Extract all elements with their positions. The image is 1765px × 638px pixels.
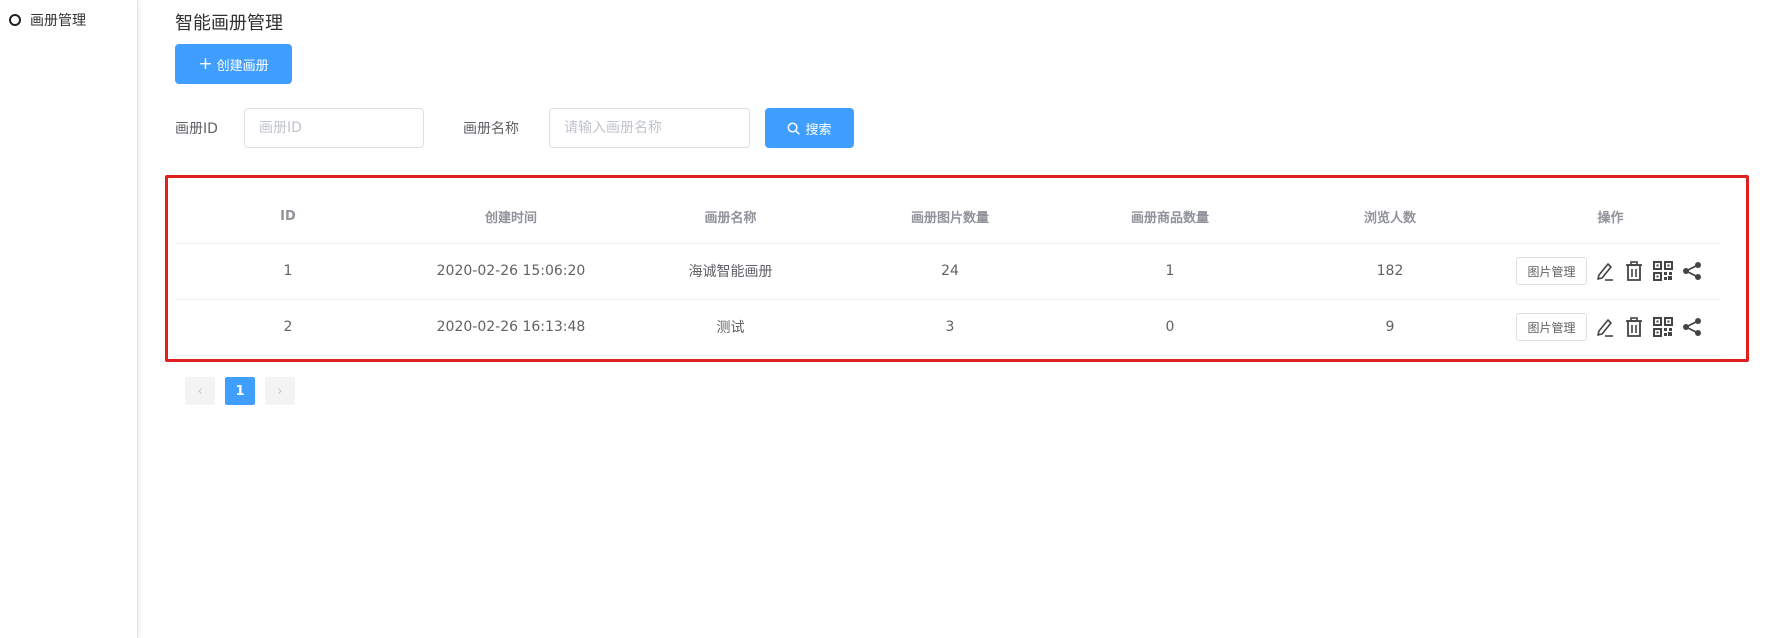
column-header-id: ID — [175, 190, 401, 244]
qrcode-icon[interactable] — [1651, 259, 1676, 284]
plus-icon: + — [198, 53, 213, 74]
album-id-input[interactable] — [244, 108, 424, 148]
cell-actions: 图片管理 — [1500, 299, 1721, 356]
cell-actions: 图片管理 — [1500, 243, 1721, 300]
next-page-button[interactable]: › — [265, 377, 295, 405]
trash-icon[interactable] — [1622, 315, 1647, 340]
share-icon[interactable] — [1680, 259, 1705, 284]
cell-id: 2 — [175, 299, 401, 356]
column-header-images: 画册图片数量 — [840, 190, 1060, 244]
table-row: 2 2020-02-26 16:13:48 测试 3 0 9 图片管理 — [175, 299, 1721, 356]
image-management-button[interactable]: 图片管理 — [1516, 257, 1587, 285]
page-1-button[interactable]: 1 — [225, 377, 255, 405]
trash-icon[interactable] — [1622, 259, 1647, 284]
cell-views: 9 — [1280, 299, 1500, 356]
cell-images: 3 — [840, 299, 1060, 356]
create-album-label: 创建画册 — [216, 58, 269, 74]
cell-created: 2020-02-26 15:06:20 — [401, 243, 621, 300]
sidebar: 画册管理 — [0, 0, 138, 638]
album-id-label: 画册ID — [175, 121, 218, 137]
cell-name: 海诚智能画册 — [621, 243, 840, 300]
cell-name: 测试 — [621, 299, 840, 356]
search-label: 搜索 — [805, 122, 832, 138]
image-management-button[interactable]: 图片管理 — [1516, 313, 1587, 341]
search-button[interactable]: 搜索 — [765, 108, 854, 148]
qrcode-icon[interactable] — [1651, 315, 1676, 340]
album-name-input[interactable] — [549, 108, 750, 148]
table-row: 1 2020-02-26 15:06:20 海诚智能画册 24 1 182 图片… — [175, 243, 1721, 300]
sidebar-item-album-management[interactable]: 画册管理 — [9, 10, 86, 30]
column-header-name: 画册名称 — [621, 190, 840, 244]
prev-page-button[interactable]: ‹ — [185, 377, 215, 405]
album-name-label: 画册名称 — [463, 121, 519, 137]
column-header-created: 创建时间 — [401, 190, 621, 244]
column-header-views: 浏览人数 — [1280, 190, 1500, 244]
circle-icon — [9, 14, 21, 26]
cell-products: 1 — [1060, 243, 1280, 300]
share-icon[interactable] — [1680, 315, 1705, 340]
album-table: ID 创建时间 画册名称 画册图片数量 画册商品数量 浏览人数 操作 1 202… — [175, 190, 1721, 356]
edit-icon[interactable] — [1593, 315, 1618, 340]
page-title: 智能画册管理 — [175, 13, 283, 34]
cell-images: 24 — [840, 243, 1060, 300]
pagination: ‹ 1 › — [185, 377, 295, 405]
create-album-button[interactable]: + 创建画册 — [175, 44, 292, 84]
sidebar-item-label: 画册管理 — [30, 13, 86, 29]
column-header-actions: 操作 — [1500, 190, 1721, 244]
cell-created: 2020-02-26 16:13:48 — [401, 299, 621, 356]
cell-id: 1 — [175, 243, 401, 300]
search-icon — [788, 122, 801, 135]
edit-icon[interactable] — [1593, 259, 1618, 284]
cell-products: 0 — [1060, 299, 1280, 356]
table-header-row: ID 创建时间 画册名称 画册图片数量 画册商品数量 浏览人数 操作 — [175, 190, 1721, 244]
cell-views: 182 — [1280, 243, 1500, 300]
column-header-products: 画册商品数量 — [1060, 190, 1280, 244]
